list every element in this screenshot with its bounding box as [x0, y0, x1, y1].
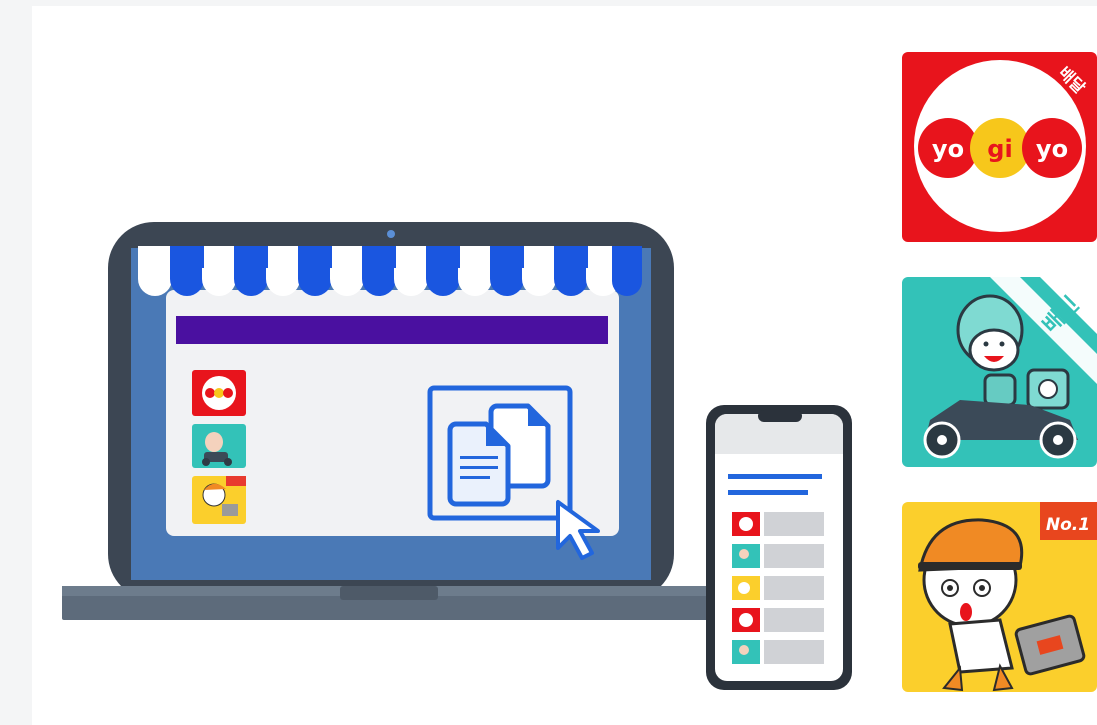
coupang-corner-badge: No.1: [1046, 515, 1090, 535]
phone-notch: [758, 410, 802, 422]
laptop-app-icon-yogiyo: [192, 370, 246, 416]
yogiyo-logo-text-1: yo: [932, 135, 964, 163]
app-tile-coupang-eats: No.1: [902, 502, 1097, 692]
phone-list-item: [732, 608, 824, 632]
phone-illustration: [706, 405, 852, 690]
yogiyo-logo-text-3: yo: [1036, 135, 1068, 163]
yogiyo-logo-text-2: gi: [987, 135, 1012, 163]
store-awning: [138, 246, 642, 296]
laptop-camera: [387, 230, 395, 238]
app-tile-baemin: 배민: [902, 277, 1097, 467]
laptop-app-icon-baemin: [192, 424, 246, 468]
phone-list-item: [732, 512, 824, 536]
phone-list-item: [732, 640, 824, 664]
store-banner: [176, 316, 608, 344]
phone-list-item: [732, 576, 824, 600]
illustration-canvas: yo gi yo 배달 배민 No.1: [32, 6, 1097, 725]
rider-face: [968, 328, 1020, 372]
laptop-trackpad-notch: [340, 586, 438, 600]
phone-title-line: [728, 474, 822, 479]
laptop-illustration: [62, 222, 730, 620]
phone-list-item: [732, 544, 824, 568]
phone-subtitle-line: [728, 490, 808, 495]
laptop-app-icon-coupang: [192, 476, 246, 524]
app-tile-yogiyo: yo gi yo 배달: [902, 52, 1097, 242]
